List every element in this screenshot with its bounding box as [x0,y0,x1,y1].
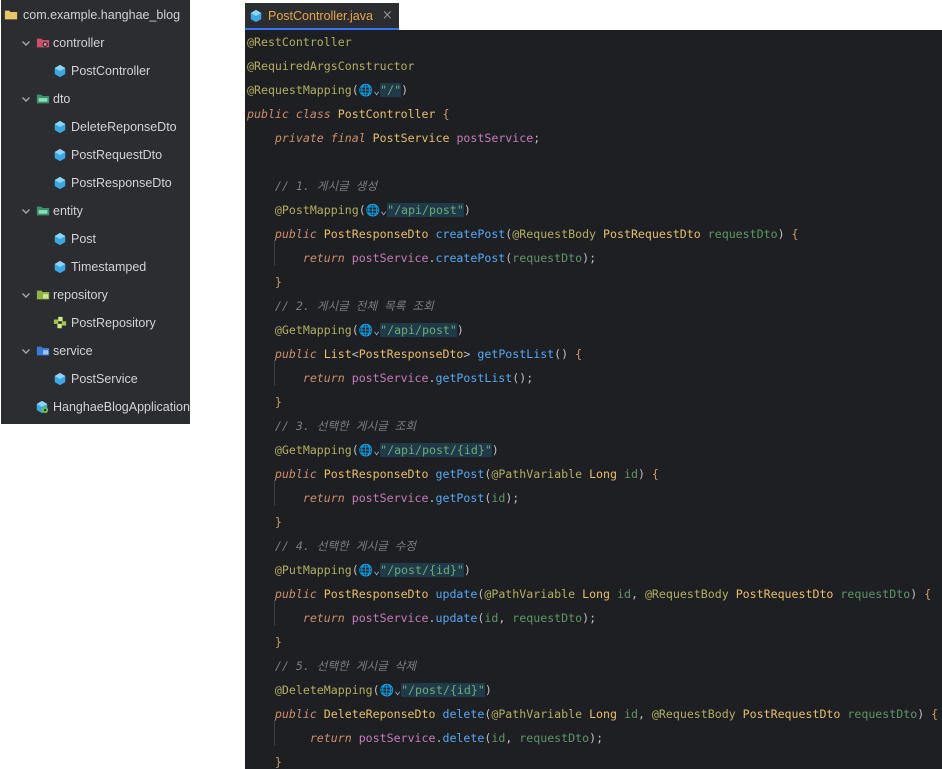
code-line[interactable]: } [247,270,282,294]
tree-item-root-label: com.example.hanghae_blog [23,8,181,22]
chevron-down-icon[interactable] [20,205,32,217]
code-editor: PostController.java × @RestController @Re… [245,0,942,769]
tree-item-postrepository[interactable]: PostRepository [1,309,190,337]
tree-item-postrequestdto[interactable]: PostRequestDto [1,141,190,169]
code-line[interactable]: // 4. 선택한 게시글 수정 [247,534,416,558]
tree-item-postservice[interactable]: PostService [1,365,190,393]
code-line[interactable]: @PostMapping(🌐⌄"/api/post") [247,198,471,222]
chevron-down-icon[interactable] [20,37,32,49]
package-repository-icon [36,290,50,300]
code-line[interactable]: return postService.createPost(requestDto… [247,246,596,270]
code-line[interactable]: return postService.getPost(id); [247,486,519,510]
code-line[interactable]: @PutMapping(🌐⌄"/post/{id}") [247,558,471,582]
code-line[interactable]: public List<PostResponseDto> getPostList… [247,342,582,366]
code-line[interactable]: // 1. 게시글 생성 [247,174,377,198]
code-line[interactable]: // 2. 게시글 전체 목록 조회 [247,294,434,318]
code-area[interactable]: @RestController @RequiredArgsConstructor @… [245,30,942,769]
class-icon [54,232,66,246]
tree-item-timestamped[interactable]: Timestamped [1,253,190,281]
tree-item-postcontroller[interactable]: PostController [1,57,190,85]
tree-item-repository[interactable]: repository [1,281,190,309]
spring-app-icon [36,400,49,414]
tree-item-repository-label: repository [53,288,108,302]
tree-item-post[interactable]: Post [1,225,190,253]
class-icon [54,372,66,386]
code-line[interactable]: // 3. 선택한 게시글 조회 [247,414,416,438]
tree-item-postrepository-label: PostRepository [71,316,156,330]
close-icon[interactable]: × [382,8,393,23]
class-icon [54,148,66,162]
code-line[interactable]: return postService.update(id, requestDto… [247,606,596,630]
tree-item-postresponsedto[interactable]: PostResponseDto [1,169,190,197]
tab-postcontroller-java[interactable]: PostController.java × [245,3,399,30]
tree-item-hanghaeblogapplication-label: HanghaeBlogApplication [53,400,190,414]
class-icon [54,64,66,78]
chevron-down-icon[interactable] [20,93,32,105]
tree-item-postresponsedto-label: PostResponseDto [71,176,172,190]
code-line[interactable]: @DeleteMapping(🌐⌄"/post/{id}") [247,678,492,702]
code-line[interactable]: return postService.delete(id, requestDto… [247,726,603,750]
tree-item-postcontroller-label: PostController [71,64,151,78]
class-icon [54,176,66,190]
code-line[interactable]: return postService.getPostList(); [247,366,533,390]
tree-item-controller[interactable]: controller [1,29,190,57]
code-line[interactable]: private final PostService postService; [247,126,540,150]
code-line[interactable]: // 5. 선택한 게시글 삭제 [247,654,416,678]
code-line[interactable]: public PostResponseDto update(@PathVaria… [247,582,931,606]
java-class-icon [250,9,262,22]
tree-item-deletereponsedto[interactable]: DeleteReponseDto [1,113,190,141]
tree-item-postservice-label: PostService [71,372,138,386]
tree-item-hanghaeblogapplication[interactable]: HanghaeBlogApplication [1,393,190,421]
tab-label: PostController.java [268,8,373,23]
tree-item-dto-label: dto [53,92,71,106]
tree-item-controller-label: controller [53,36,105,50]
code-line[interactable]: @RequiredArgsConstructor [247,54,415,78]
class-icon [54,120,66,134]
package-service-icon [36,346,50,356]
code-line[interactable]: } [247,630,282,654]
tree-item-deletereponsedto-label: DeleteReponseDto [71,120,177,134]
class-icon [54,260,66,274]
code-line[interactable]: public DeleteReponseDto delete(@PathVari… [247,702,938,726]
tree-item-timestamped-label: Timestamped [71,260,147,274]
code-line[interactable]: } [247,750,282,769]
tree-item-postrequestdto-label: PostRequestDto [71,148,163,162]
tree-item-service-label: service [53,344,93,358]
package-icon [36,206,50,216]
code-line[interactable]: } [247,510,282,534]
tree-item-service[interactable]: service [1,337,190,365]
code-line[interactable]: public PostResponseDto createPost(@Reque… [247,222,799,246]
project-tree: com.example.hanghae_blog controller Post… [1,0,190,424]
interface-icon [53,316,67,329]
folder-icon [4,10,18,20]
package-icon [36,94,50,104]
tree-item-entity[interactable]: entity [1,197,190,225]
code-line[interactable]: @RestController [247,30,352,54]
code-line[interactable]: public class PostController { [247,102,449,126]
tree-item-entity-label: entity [53,204,83,218]
package-controller-icon [36,38,50,48]
code-line[interactable]: @GetMapping(🌐⌄"/api/post/{id}") [247,438,499,462]
code-line[interactable]: public PostResponseDto getPost(@PathVari… [247,462,659,486]
code-line[interactable]: @GetMapping(🌐⌄"/api/post") [247,318,464,342]
tree-item-root[interactable]: com.example.hanghae_blog [1,1,190,29]
code-line[interactable]: } [247,390,282,414]
tree-item-dto[interactable]: dto [1,85,190,113]
chevron-down-icon[interactable] [20,289,32,301]
editor-tab-bar: PostController.java × [245,0,942,30]
code-line[interactable]: @RequestMapping(🌐⌄"/") [247,78,408,102]
chevron-down-icon[interactable] [20,345,32,357]
tree-item-post-label: Post [71,232,97,246]
